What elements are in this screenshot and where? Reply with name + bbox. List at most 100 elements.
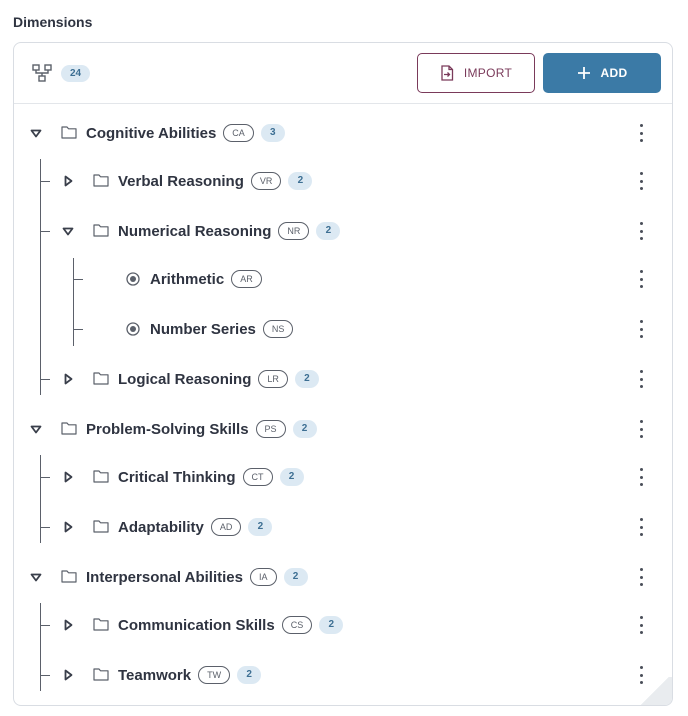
folder-icon xyxy=(93,174,109,187)
tree-connector xyxy=(40,159,41,395)
node-code-badge: IA xyxy=(249,568,277,586)
node-label[interactable]: Teamwork xyxy=(118,667,191,684)
tree-connector xyxy=(40,675,50,676)
kebab-dot xyxy=(639,468,643,471)
kebab-dot xyxy=(639,583,643,586)
tree-connector xyxy=(40,181,50,182)
tree-row-number-series[interactable]: Number Series NS xyxy=(14,314,672,344)
more-options-icon[interactable] xyxy=(632,567,650,587)
node-count-badge: 2 xyxy=(292,420,317,438)
node-label-group: Cognitive Abilities CA 3 xyxy=(86,118,285,148)
node-label-group: Logical Reasoning LR 2 xyxy=(118,364,319,394)
more-options-icon[interactable] xyxy=(632,369,650,389)
more-options-icon[interactable] xyxy=(632,269,650,289)
caret-right-icon[interactable] xyxy=(60,371,76,387)
tree-row-verbal-reasoning[interactable]: Verbal Reasoning VR 2 xyxy=(14,166,672,196)
node-label-group: Verbal Reasoning VR 2 xyxy=(118,166,313,196)
node-label-group: Arithmetic AR xyxy=(150,264,262,294)
node-count-badge: 2 xyxy=(319,616,344,634)
tree-connector xyxy=(40,603,41,691)
caret-down-icon[interactable] xyxy=(28,569,44,585)
node-label[interactable]: Communication Skills xyxy=(118,617,275,634)
node-label[interactable]: Interpersonal Abilities xyxy=(86,569,243,586)
node-count-badge: 2 xyxy=(283,568,308,586)
tree-connector xyxy=(40,625,50,626)
kebab-dot xyxy=(639,327,643,331)
dimension-tree: Cognitive Abilities CA 3 Verbal Reasoning VR… xyxy=(14,43,672,705)
more-options-icon[interactable] xyxy=(632,615,650,635)
tree-connector xyxy=(73,279,83,280)
node-code-badge: CS xyxy=(281,616,313,634)
node-code-badge: NS xyxy=(262,320,294,338)
node-label[interactable]: Critical Thinking xyxy=(118,469,236,486)
node-label[interactable]: Arithmetic xyxy=(150,271,224,288)
caret-down-icon[interactable] xyxy=(28,125,44,141)
caret-down-icon[interactable] xyxy=(60,223,76,239)
kebab-dot xyxy=(639,229,643,233)
more-options-icon[interactable] xyxy=(632,517,650,537)
kebab-dot xyxy=(639,518,643,521)
node-count-badge: 2 xyxy=(248,518,273,536)
folder-icon xyxy=(93,668,109,681)
kebab-dot xyxy=(639,179,643,183)
caret-right-icon[interactable] xyxy=(60,173,76,189)
folder-icon xyxy=(93,470,109,483)
caret-right-icon[interactable] xyxy=(60,519,76,535)
more-options-icon[interactable] xyxy=(632,419,650,439)
resize-corner xyxy=(634,677,672,705)
node-code-badge: TW xyxy=(198,666,231,684)
kebab-dot xyxy=(639,172,643,175)
node-label[interactable]: Verbal Reasoning xyxy=(118,173,244,190)
node-label-group: Interpersonal Abilities IA 2 xyxy=(86,562,308,592)
node-label-group: Adaptability AD 2 xyxy=(118,512,273,542)
node-label[interactable]: Numerical Reasoning xyxy=(118,223,271,240)
tree-connector xyxy=(40,527,50,528)
caret-down-icon[interactable] xyxy=(28,421,44,437)
node-label[interactable]: Adaptability xyxy=(118,519,204,536)
node-code-badge: NR xyxy=(278,222,310,240)
tree-connector xyxy=(40,379,50,380)
more-options-icon[interactable] xyxy=(632,123,650,143)
node-label-group: Communication Skills CS 2 xyxy=(118,610,344,640)
kebab-dot xyxy=(639,237,643,240)
tree-row-numerical-reasoning[interactable]: Numerical Reasoning NR 2 xyxy=(14,216,672,246)
folder-icon xyxy=(61,422,77,435)
kebab-dot xyxy=(639,270,643,273)
tree-row-critical-thinking[interactable]: Critical Thinking CT 2 xyxy=(14,462,672,492)
folder-icon xyxy=(93,618,109,631)
kebab-dot xyxy=(639,285,643,288)
kebab-dot xyxy=(639,370,643,373)
tree-row-communication-skills[interactable]: Communication Skills CS 2 xyxy=(14,610,672,640)
more-options-icon[interactable] xyxy=(632,171,650,191)
tree-row-problem-solving-skills[interactable]: Problem-Solving Skills PS 2 xyxy=(14,414,672,444)
kebab-dot xyxy=(639,568,643,571)
caret-right-icon[interactable] xyxy=(60,667,76,683)
node-label-group: Problem-Solving Skills PS 2 xyxy=(86,414,317,444)
caret-right-icon[interactable] xyxy=(60,617,76,633)
kebab-dot xyxy=(639,131,643,135)
folder-icon xyxy=(61,570,77,583)
tree-row-arithmetic[interactable]: Arithmetic AR xyxy=(14,264,672,294)
node-code-badge: CT xyxy=(242,468,273,486)
more-options-icon[interactable] xyxy=(632,467,650,487)
tree-row-teamwork[interactable]: Teamwork TW 2 xyxy=(14,660,672,690)
caret-right-icon[interactable] xyxy=(60,469,76,485)
tree-row-interpersonal-abilities[interactable]: Interpersonal Abilities IA 2 xyxy=(14,562,672,592)
kebab-dot xyxy=(639,631,643,634)
node-code-badge: CA xyxy=(223,124,254,142)
tree-row-logical-reasoning[interactable]: Logical Reasoning LR 2 xyxy=(14,364,672,394)
kebab-dot xyxy=(639,435,643,438)
node-label[interactable]: Number Series xyxy=(150,321,256,338)
kebab-dot xyxy=(639,139,643,142)
kebab-dot xyxy=(639,385,643,388)
node-label[interactable]: Problem-Solving Skills xyxy=(86,421,249,438)
node-label-group: Numerical Reasoning NR 2 xyxy=(118,216,341,246)
node-label[interactable]: Cognitive Abilities xyxy=(86,125,216,142)
tree-row-adaptability[interactable]: Adaptability AD 2 xyxy=(14,512,672,542)
tree-row-cognitive-abilities[interactable]: Cognitive Abilities CA 3 xyxy=(14,118,672,148)
more-options-icon[interactable] xyxy=(632,221,650,241)
kebab-dot xyxy=(639,320,643,323)
node-label[interactable]: Logical Reasoning xyxy=(118,371,251,388)
more-options-icon[interactable] xyxy=(632,319,650,339)
folder-icon xyxy=(93,224,109,237)
